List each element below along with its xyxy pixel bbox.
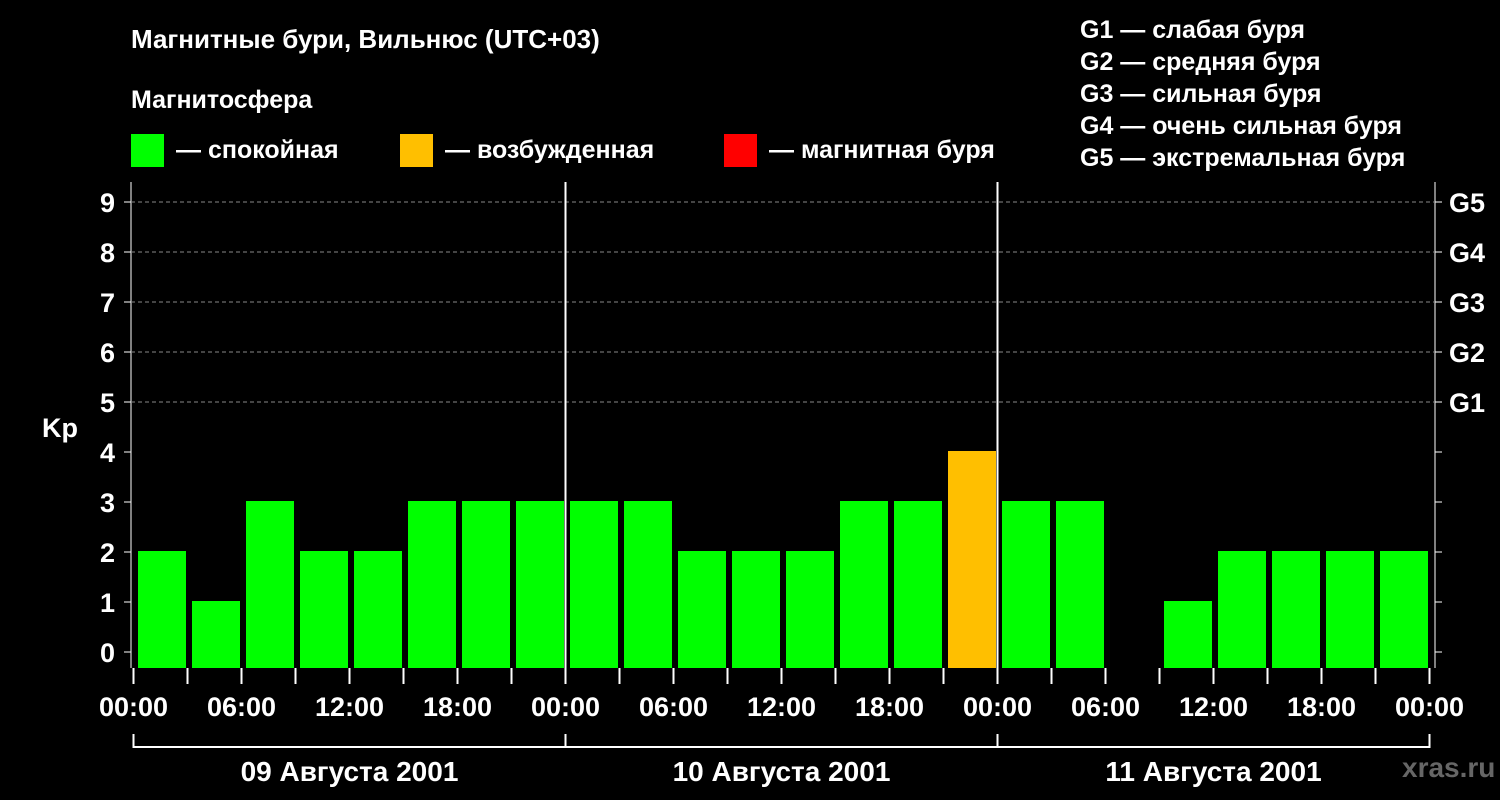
kp-bar (894, 501, 942, 668)
kp-bar (1218, 551, 1266, 668)
kp-bar (1056, 501, 1104, 668)
y-tick-label: 2 (100, 538, 115, 568)
x-tick-label: 18:00 (855, 692, 924, 722)
g-scale-label: G3 (1449, 288, 1485, 318)
kp-bar (408, 501, 456, 668)
kp-bar (1002, 501, 1050, 668)
x-tick-label: 06:00 (207, 692, 276, 722)
kp-chart: 0 1 2 3 4 5 6 7 8 9 G1 G2 G3 G4 G5 Kp 00:00 06:00 12:00 18:… (42, 182, 1485, 787)
g-scale-label: G2 (1449, 338, 1485, 368)
x-tick-label: 00:00 (531, 692, 600, 722)
x-tick-label: 00:00 (963, 692, 1032, 722)
g-scale-label: G5 (1449, 188, 1485, 218)
kp-bar (624, 501, 672, 668)
y-tick-label: 6 (100, 338, 115, 368)
y-tick-label: 0 (100, 638, 115, 668)
kp-bar (1326, 551, 1374, 668)
x-tick-label: 18:00 (423, 692, 492, 722)
date-label: 10 Августа 2001 (673, 756, 891, 787)
y-tick-label: 5 (100, 388, 115, 418)
y-tick-label: 8 (100, 238, 115, 268)
date-label: 09 Августа 2001 (241, 756, 459, 787)
y-tick-label: 7 (100, 288, 115, 318)
kp-bar (192, 601, 240, 668)
y-tick-label: 9 (100, 188, 115, 218)
kp-bar (516, 501, 564, 668)
x-tick-label: 12:00 (1179, 692, 1248, 722)
x-tick-label: 00:00 (99, 692, 168, 722)
kp-bar (570, 501, 618, 668)
x-tick-label: 06:00 (639, 692, 708, 722)
kp-bar (300, 551, 348, 668)
kp-bar (1272, 551, 1320, 668)
kp-bar (786, 551, 834, 668)
g-scale-label: G4 (1449, 238, 1485, 268)
date-label: 11 Августа 2001 (1105, 756, 1321, 787)
x-tick-label: 06:00 (1071, 692, 1140, 722)
y-tick-label: 4 (100, 438, 115, 468)
kp-bar (948, 451, 996, 668)
y-tick-label: 3 (100, 488, 115, 518)
kp-bar (732, 551, 780, 668)
kp-bar (840, 501, 888, 668)
y-axis-label: Kp (42, 413, 78, 443)
kp-bar (462, 501, 510, 668)
kp-bar (138, 551, 186, 668)
y-tick-label: 1 (100, 588, 115, 618)
kp-bar (678, 551, 726, 668)
watermark: xras.ru (1402, 752, 1496, 783)
kp-bar (1164, 601, 1212, 668)
kp-bar (1380, 551, 1428, 668)
x-tick-label: 18:00 (1287, 692, 1356, 722)
kp-bar (354, 551, 402, 668)
x-tick-label: 00:00 (1395, 692, 1464, 722)
x-tick-label: 12:00 (747, 692, 816, 722)
kp-bar (246, 501, 294, 668)
x-tick-label: 12:00 (315, 692, 384, 722)
g-scale-label: G1 (1449, 388, 1485, 418)
